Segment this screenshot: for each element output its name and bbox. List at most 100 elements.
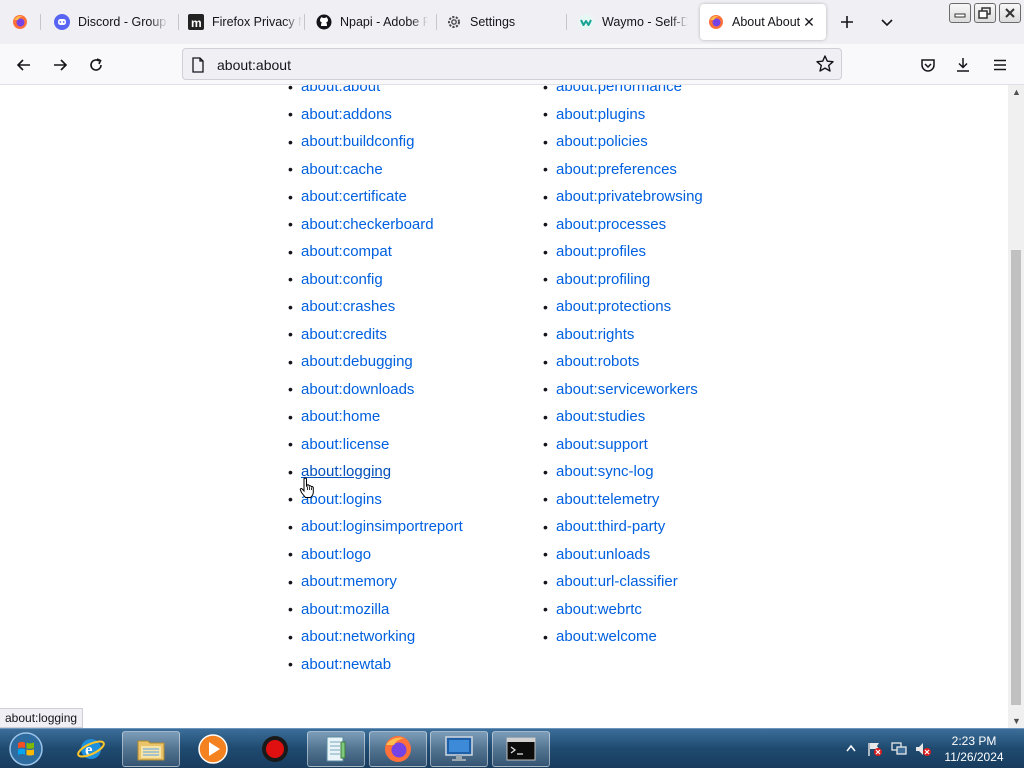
bullet: • — [543, 546, 548, 563]
about-link[interactable]: about:credits — [301, 326, 387, 343]
about-link[interactable]: about:profiling — [556, 271, 650, 288]
list-all-tabs-button[interactable] — [873, 8, 901, 36]
show-hidden-icons-icon[interactable] — [846, 744, 856, 752]
volume-muted-icon[interactable] — [914, 741, 932, 757]
start-button[interactable] — [6, 730, 46, 768]
about-link[interactable]: about:processes — [556, 216, 666, 233]
about-link[interactable]: about:policies — [556, 133, 648, 150]
bullet: • — [543, 408, 548, 425]
tab-label: Settings — [470, 15, 516, 29]
tab-firefox-view[interactable] — [4, 4, 36, 40]
list-item: • about:loginsimportreport — [288, 513, 463, 541]
about-link[interactable]: about:unloads — [556, 546, 650, 563]
bullet: • — [543, 573, 548, 590]
about-link[interactable]: about:checkerboard — [301, 216, 434, 233]
pocket-button[interactable] — [913, 50, 943, 80]
about-link[interactable]: about:cache — [301, 161, 383, 178]
bullet: • — [543, 601, 548, 618]
about-link[interactable]: about:addons — [301, 106, 392, 123]
minimize-button[interactable] — [949, 3, 971, 23]
list-item: • about:credits — [288, 321, 463, 349]
bullet: • — [288, 216, 293, 233]
about-link[interactable]: about:memory — [301, 573, 397, 590]
about-link[interactable]: about:loginsimportreport — [301, 518, 463, 535]
taskbar-screen-recorder[interactable] — [246, 731, 304, 767]
list-item: • about:unloads — [543, 541, 703, 569]
forward-button[interactable] — [45, 50, 75, 80]
bullet: • — [543, 628, 548, 645]
about-link[interactable]: about:studies — [556, 408, 645, 425]
about-link[interactable]: about:preferences — [556, 161, 677, 178]
url-text[interactable]: about:about — [217, 57, 291, 73]
discord-icon — [54, 14, 70, 30]
about-link[interactable]: about:url-classifier — [556, 573, 678, 590]
taskbar-command-prompt[interactable] — [492, 731, 550, 767]
about-link[interactable]: about:logo — [301, 546, 371, 563]
list-item: • about:memory — [288, 568, 463, 596]
about-link[interactable]: about:mozilla — [301, 601, 389, 618]
about-link[interactable]: about:privatebrowsing — [556, 188, 703, 205]
about-link[interactable]: about:downloads — [301, 381, 414, 398]
terminal-icon — [506, 737, 536, 761]
about-link[interactable]: about:serviceworkers — [556, 381, 698, 398]
taskbar-media-player[interactable] — [184, 731, 242, 767]
about-link[interactable]: about:buildconfig — [301, 133, 414, 150]
list-item: • about:logo — [288, 541, 463, 569]
tab-discord[interactable]: Discord - Group — [46, 4, 174, 40]
taskbar-notepad[interactable] — [307, 731, 365, 767]
about-link[interactable]: about:rights — [556, 326, 634, 343]
reload-button[interactable] — [81, 50, 111, 80]
taskbar-clock[interactable]: 2:23 PM 11/26/2024 — [935, 733, 1013, 765]
restore-button[interactable] — [974, 3, 996, 23]
list-item: • about:preferences — [543, 156, 703, 184]
vertical-scrollbar[interactable]: ▲ ▼ — [1008, 85, 1024, 728]
about-link[interactable]: about:telemetry — [556, 491, 659, 508]
close-tab-icon[interactable]: ✕ — [800, 13, 818, 31]
back-button[interactable] — [9, 50, 39, 80]
about-link[interactable]: about:certificate — [301, 188, 407, 205]
application-menu-button[interactable] — [985, 50, 1015, 80]
about-link[interactable]: about:performance — [556, 85, 682, 95]
about-link[interactable]: about:home — [301, 408, 380, 425]
scrollbar-thumb[interactable] — [1011, 250, 1021, 705]
about-link[interactable]: about:newtab — [301, 656, 391, 673]
about-link[interactable]: about:plugins — [556, 106, 645, 123]
tab-waymo[interactable]: Waymo - Self-Dr — [570, 4, 696, 40]
about-link[interactable]: about:third-party — [556, 518, 665, 535]
new-tab-button[interactable] — [833, 8, 861, 36]
about-link[interactable]: about:license — [301, 436, 389, 453]
about-link[interactable]: about:debugging — [301, 353, 413, 370]
network-icon[interactable] — [890, 741, 908, 757]
about-link[interactable]: about:networking — [301, 628, 415, 645]
downloads-button[interactable] — [948, 50, 978, 80]
taskbar-internet-explorer[interactable]: e — [62, 731, 120, 767]
scroll-up-icon[interactable]: ▲ — [1012, 87, 1021, 97]
taskbar-remote-desktop[interactable] — [430, 731, 488, 767]
about-link[interactable]: about:crashes — [301, 298, 395, 315]
address-bar[interactable]: about:about — [182, 48, 842, 80]
action-center-flag-icon[interactable] — [866, 741, 884, 757]
tab-settings[interactable]: Settings — [438, 4, 564, 40]
about-link[interactable]: about:config — [301, 271, 383, 288]
tab-label: Npapi - Adobe F — [340, 15, 428, 29]
bullet: • — [288, 601, 293, 618]
taskbar-file-explorer[interactable] — [122, 731, 180, 767]
tab-about-about[interactable]: About About ✕ — [700, 4, 826, 40]
about-link[interactable]: about:profiles — [556, 243, 646, 260]
bullet: • — [543, 106, 548, 123]
scroll-down-icon[interactable]: ▼ — [1012, 716, 1021, 726]
close-window-button[interactable] — [999, 3, 1021, 23]
about-link[interactable]: about:support — [556, 436, 648, 453]
bookmark-star-button[interactable] — [815, 54, 835, 79]
about-link[interactable]: about:robots — [556, 353, 639, 370]
taskbar-firefox[interactable] — [369, 731, 427, 767]
about-link[interactable]: about:protections — [556, 298, 671, 315]
list-item: • about:addons — [288, 101, 463, 129]
about-link[interactable]: about:welcome — [556, 628, 657, 645]
about-link[interactable]: about:compat — [301, 243, 392, 260]
about-link[interactable]: about:sync-log — [556, 463, 654, 480]
tab-firefox-privacy[interactable]: m Firefox Privacy N — [180, 4, 302, 40]
about-link[interactable]: about:about — [301, 85, 380, 95]
about-link[interactable]: about:webrtc — [556, 601, 642, 618]
tab-npapi[interactable]: Npapi - Adobe F — [308, 4, 434, 40]
